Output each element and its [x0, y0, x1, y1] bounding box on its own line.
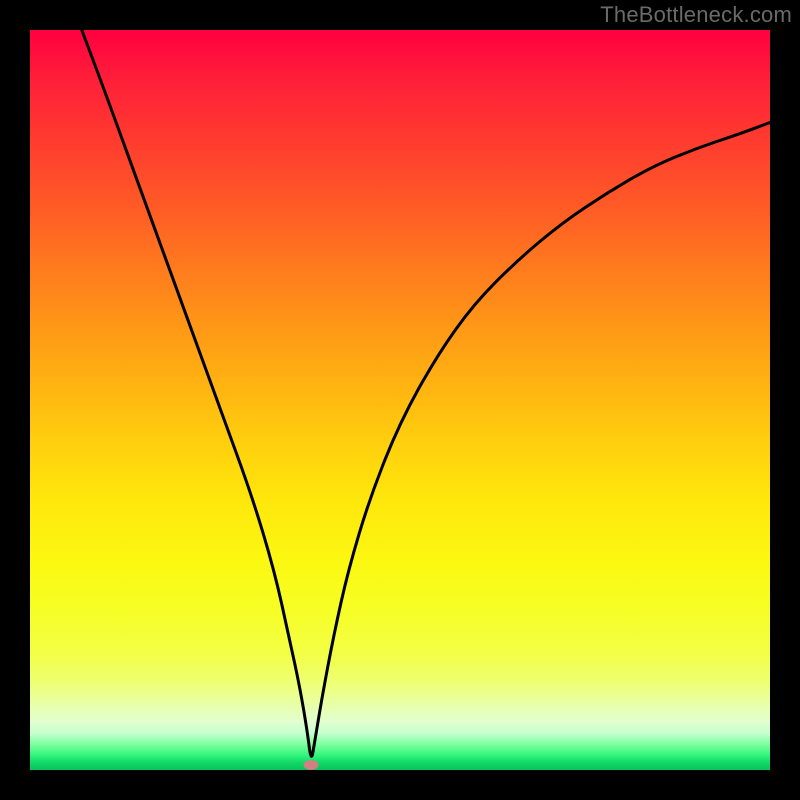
chart-container: TheBottleneck.com [0, 0, 800, 800]
plot-area [30, 30, 770, 770]
minimum-marker [304, 760, 319, 770]
curve-svg [30, 30, 770, 770]
bottleneck-curve [82, 30, 770, 756]
watermark-text: TheBottleneck.com [600, 2, 792, 28]
